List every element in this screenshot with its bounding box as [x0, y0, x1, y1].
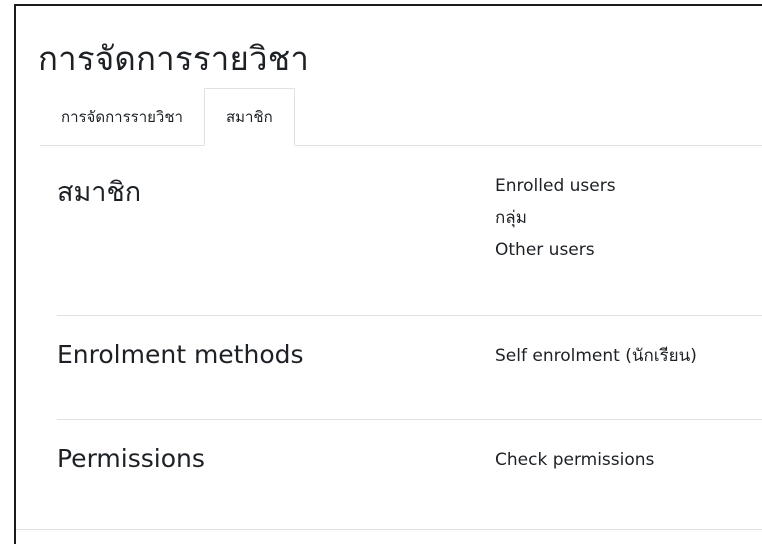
permissions-link-list: Check permissions: [495, 444, 654, 476]
page-title: การจัดการรายวิชา: [38, 39, 310, 78]
enrolled-users-link[interactable]: Enrolled users: [495, 170, 616, 202]
section-divider: [57, 419, 762, 420]
users-link-list: Enrolled users กลุ่ม Other users: [495, 170, 616, 266]
tab-bar: การจัดการรายวิชา สมาชิก: [40, 88, 295, 146]
tab-bar-divider: [40, 145, 762, 146]
section-title-enrolment-methods: Enrolment methods: [57, 340, 304, 369]
groups-link[interactable]: กลุ่ม: [495, 202, 616, 234]
course-admin-panel: การจัดการรายวิชา การจัดการรายวิชา สมาชิก…: [14, 4, 762, 544]
section-divider: [57, 315, 762, 316]
tab-users[interactable]: สมาชิก: [203, 88, 295, 146]
panel-bottom-divider: [16, 529, 762, 530]
self-enrolment-link[interactable]: Self enrolment (นักเรียน): [495, 340, 697, 372]
tab-course-administration[interactable]: การจัดการรายวิชา: [40, 88, 204, 146]
section-title-permissions: Permissions: [57, 444, 205, 473]
section-title-users: สมาชิก: [57, 177, 142, 208]
other-users-link[interactable]: Other users: [495, 234, 616, 266]
check-permissions-link[interactable]: Check permissions: [495, 444, 654, 476]
enrolment-link-list: Self enrolment (นักเรียน): [495, 340, 697, 372]
